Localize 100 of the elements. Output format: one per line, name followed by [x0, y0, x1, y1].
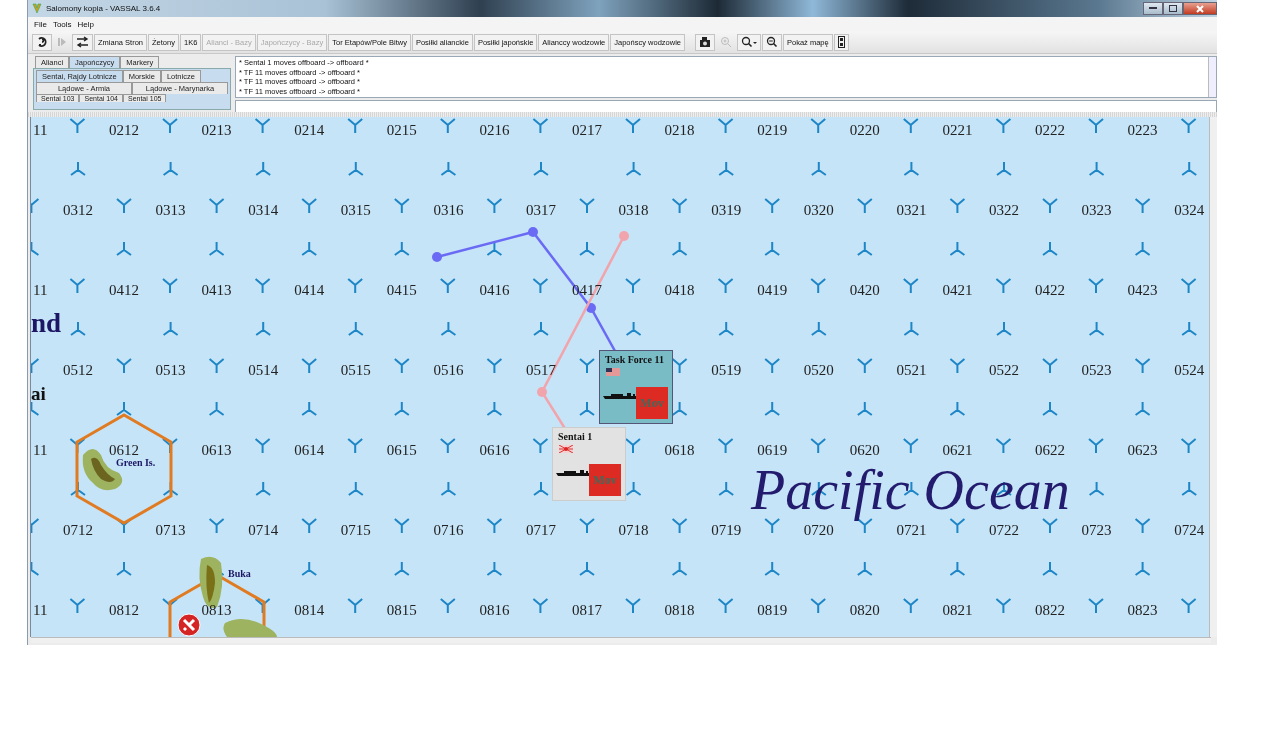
hex-number: 0716	[432, 521, 465, 539]
hex-number: 0623	[1126, 441, 1159, 459]
hex-number: 0321	[895, 201, 928, 219]
minimize-icon	[1149, 7, 1157, 10]
menu-item[interactable]: Help	[77, 19, 95, 29]
camera-icon	[699, 36, 711, 48]
hex-number: 0817	[571, 601, 603, 619]
hex-number: 0720	[802, 521, 835, 539]
hex-number: 11	[33, 121, 48, 139]
hex-number: 0521	[895, 361, 928, 379]
chat-input-field[interactable]	[235, 100, 1217, 114]
status-marker: Mov	[589, 464, 621, 496]
app-logo-icon	[32, 3, 42, 14]
zoom-in-icon	[720, 36, 732, 48]
hex-number: 0221	[941, 121, 974, 139]
hex-number: 0814	[293, 601, 326, 619]
hex-number: 0723	[1080, 521, 1113, 539]
hex-number: 0618	[663, 441, 696, 459]
hex-number: 0222	[1034, 121, 1066, 139]
hex-number: 0214	[293, 121, 326, 139]
toolbar-button[interactable]	[762, 33, 782, 51]
hex-number: 0820	[848, 601, 881, 619]
maximize-button[interactable]	[1163, 2, 1183, 15]
hex-number: 0317	[525, 201, 557, 219]
ship-counter[interactable]: Task Force 11 Mov	[599, 350, 673, 424]
hex-number: 0514	[247, 361, 280, 379]
hex-number: 0819	[756, 601, 789, 619]
scrollbar[interactable]	[31, 637, 1211, 643]
hex-number: 0722	[988, 521, 1020, 539]
counter-title: Task Force 11	[605, 354, 664, 365]
hex-number: 0615	[385, 441, 418, 459]
battery-icon	[837, 36, 845, 48]
zoom-icon	[741, 36, 757, 48]
close-button[interactable]	[1183, 2, 1217, 15]
hex-number: 0313	[154, 201, 187, 219]
spiral-icon	[36, 36, 48, 48]
toolbar-button[interactable]	[737, 33, 761, 51]
hex-number: 0821	[941, 601, 974, 619]
toolbar-button[interactable]	[32, 33, 52, 51]
hex-number: 0416	[478, 281, 511, 299]
swap-icon	[76, 36, 89, 48]
scrollbar[interactable]	[1208, 57, 1216, 97]
hex-number: 0721	[895, 521, 928, 539]
hex-number: 0613	[200, 441, 233, 459]
hex-number: 0315	[339, 201, 372, 219]
hex-number: 0822	[1034, 601, 1066, 619]
toolbar-button[interactable]	[695, 33, 715, 51]
hex-number: 0219	[756, 121, 789, 139]
hex-number: 0413	[200, 281, 233, 299]
hex-number: 0522	[988, 361, 1020, 379]
counter-title: Sentai 1	[558, 431, 593, 442]
hex-number: 0524	[1173, 361, 1206, 379]
hex-number: 0512	[62, 361, 94, 379]
hex-number: 0614	[293, 441, 326, 459]
hex-number: 0612	[108, 441, 140, 459]
menu-item[interactable]: File	[34, 19, 47, 29]
hex-number: 0616	[478, 441, 511, 459]
hex-number: 0316	[432, 201, 465, 219]
hex-number: 0217	[571, 121, 603, 139]
hex-number: 11	[33, 281, 48, 299]
hex-number: 0712	[62, 521, 94, 539]
hex-number: 0516	[432, 361, 465, 379]
hex-number: 0523	[1080, 361, 1113, 379]
hex-number: 0320	[802, 201, 835, 219]
hex-number: 0312	[62, 201, 94, 219]
flag-icon	[606, 368, 620, 376]
hex-number: 0215	[385, 121, 418, 139]
hex-number: 0218	[663, 121, 696, 139]
minimize-button[interactable]	[1143, 2, 1163, 15]
hex-number: 0812	[108, 601, 140, 619]
close-icon	[1196, 4, 1204, 13]
hex-number: 11	[33, 441, 48, 459]
island-label: Green Is.	[116, 457, 156, 468]
hex-number: 0818	[663, 601, 696, 619]
scrollbar[interactable]	[1209, 117, 1217, 637]
hex-number: 0714	[247, 521, 280, 539]
hex-number: 0724	[1173, 521, 1206, 539]
hex-number: 0314	[247, 201, 280, 219]
hex-number: 0212	[108, 121, 140, 139]
zoom-out-icon	[766, 36, 778, 48]
hex-number: 0412	[108, 281, 140, 299]
hex-number: 0415	[385, 281, 418, 299]
window-title: Salomony kopia - VASSAL 3.6.4	[46, 4, 161, 13]
hex-number: 0213	[200, 121, 233, 139]
menu-item[interactable]: Tools	[52, 19, 72, 29]
hex-number: 0220	[848, 121, 881, 139]
toolbar-button[interactable]	[833, 33, 849, 51]
flag-icon	[559, 445, 573, 453]
hex-number: 0519	[710, 361, 743, 379]
hex-number: 0823	[1126, 601, 1159, 619]
toolbar-button[interactable]	[72, 33, 93, 51]
hex-number: 0517	[525, 361, 557, 379]
hex-number: 0223	[1126, 121, 1159, 139]
hex-number: 0717	[525, 521, 557, 539]
ship-counter[interactable]: Sentai 1 Mov	[552, 427, 626, 501]
hex-number: 0419	[756, 281, 789, 299]
hex-number: 0816	[478, 601, 511, 619]
marker-icon	[177, 613, 201, 637]
hex-number: 0713	[154, 521, 187, 539]
hex-number: 0323	[1080, 201, 1113, 219]
